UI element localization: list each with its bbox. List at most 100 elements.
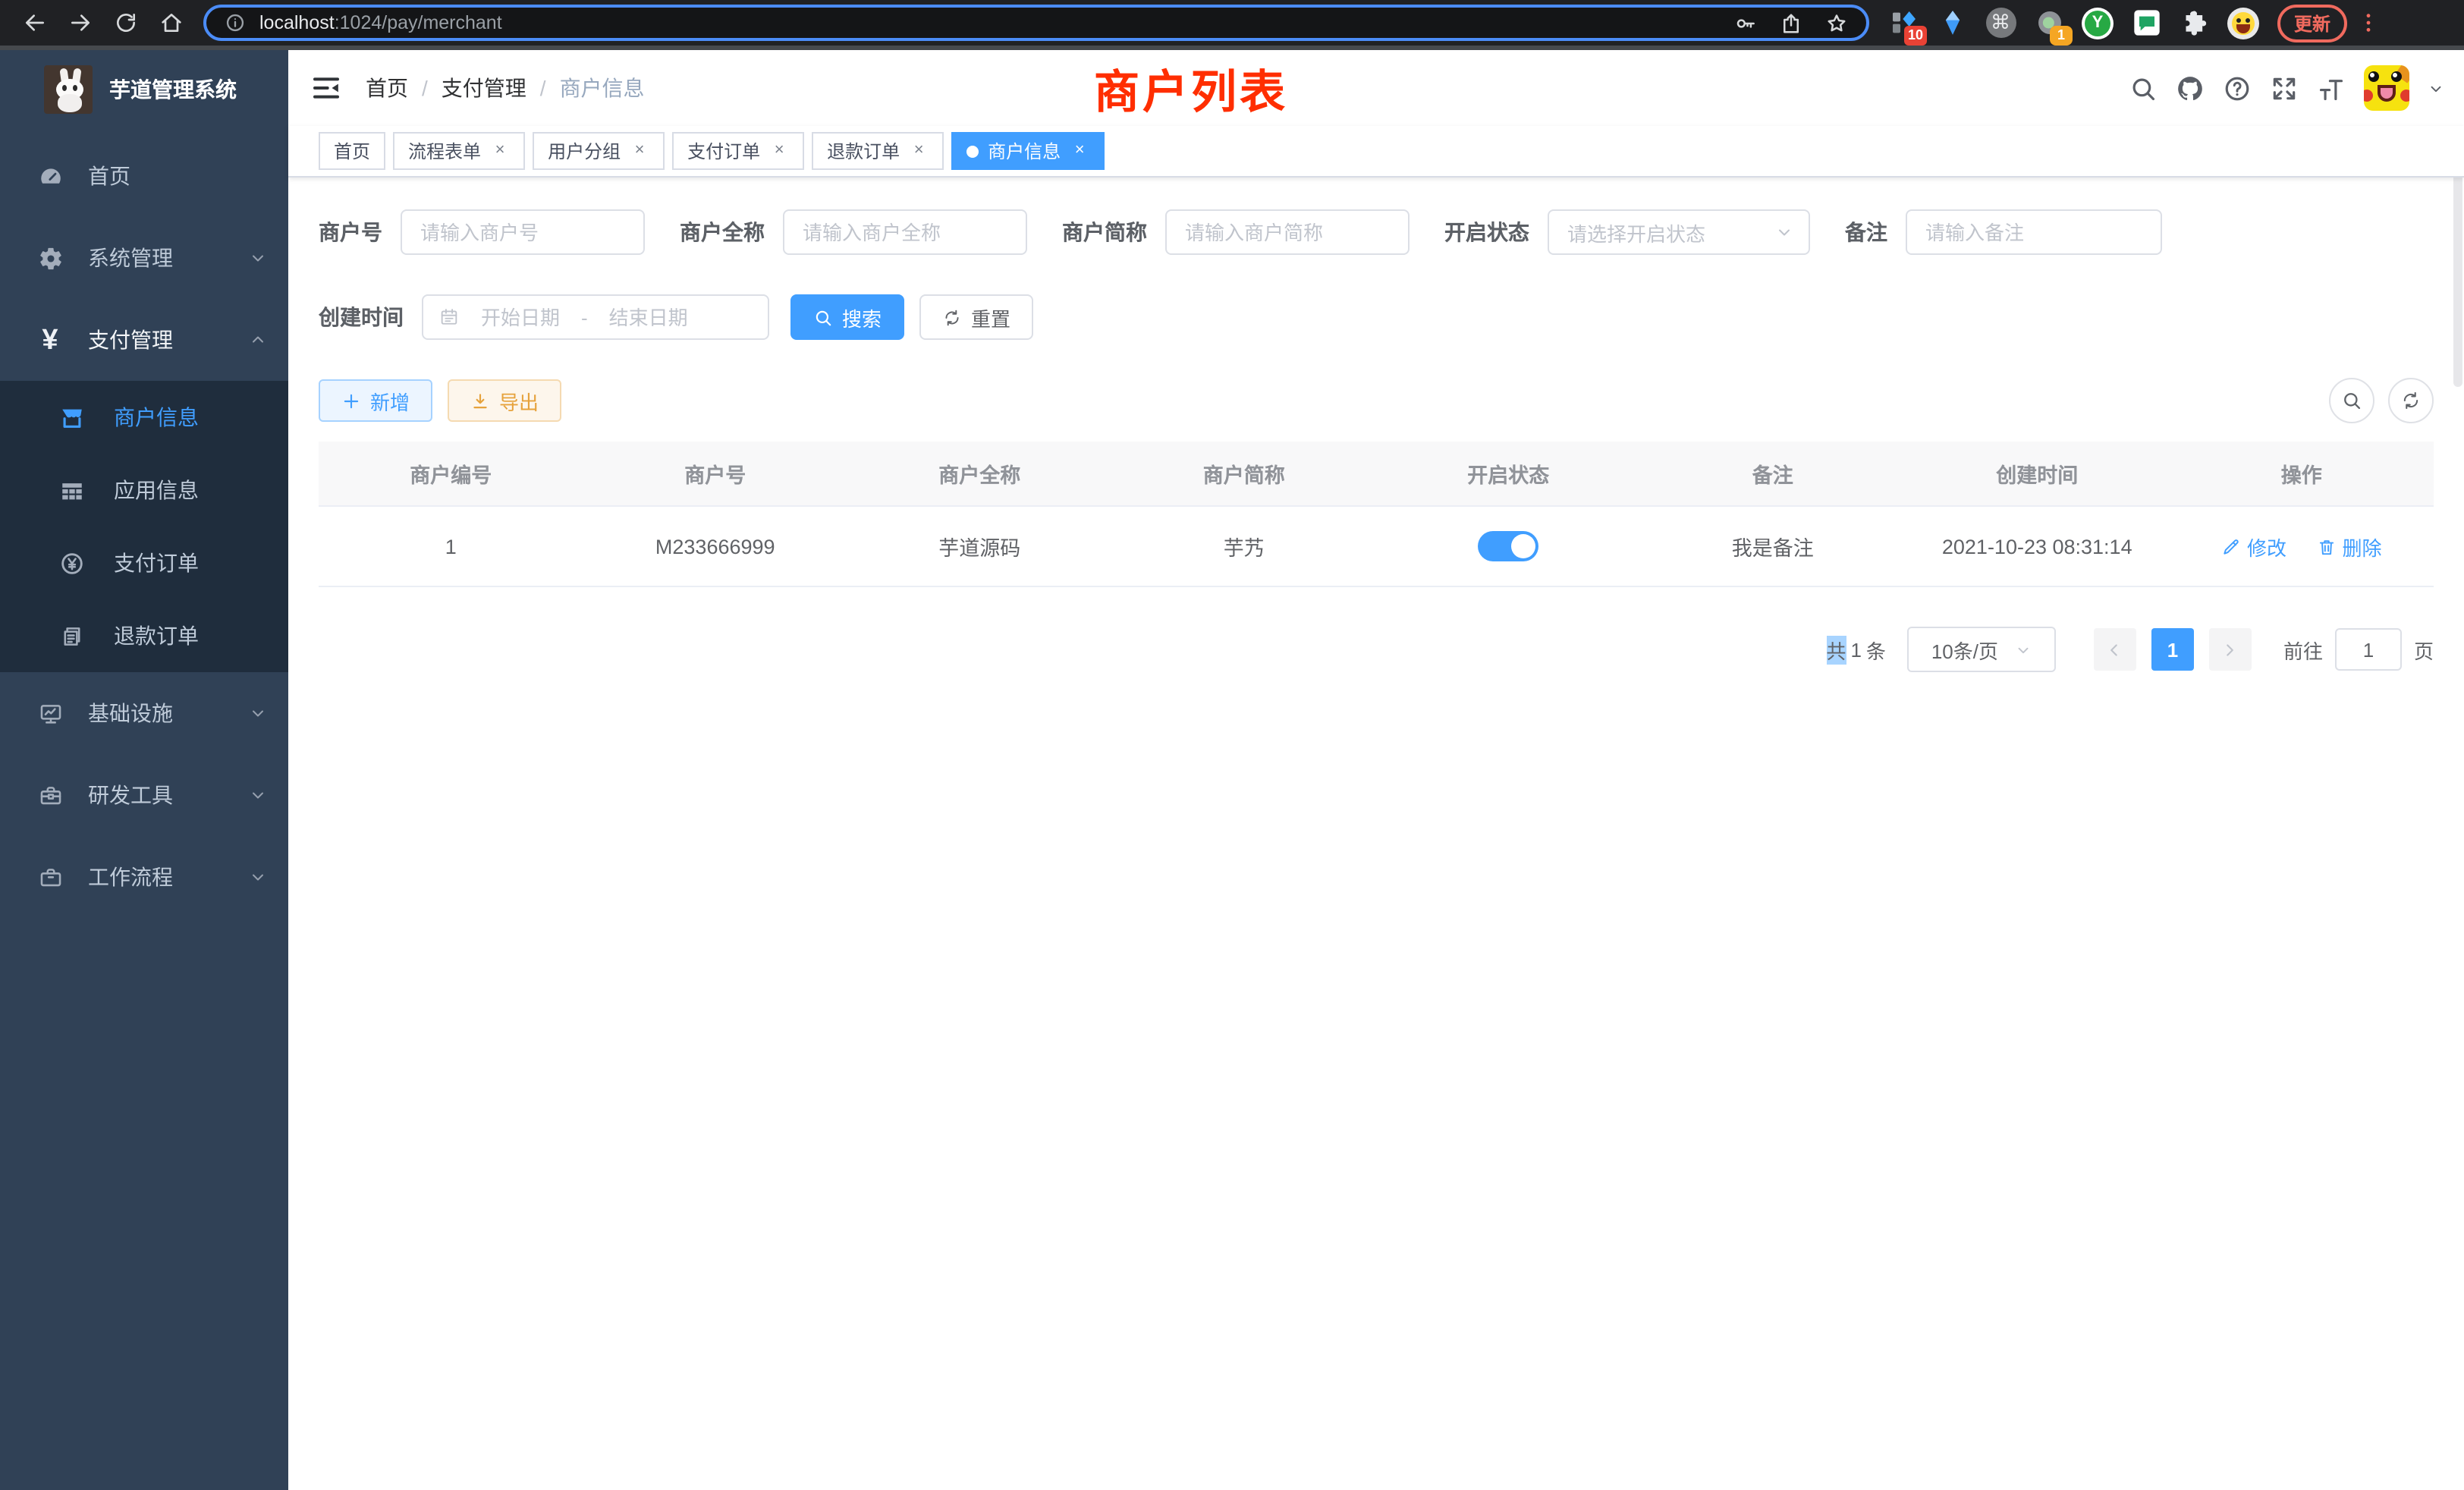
close-icon[interactable]: × <box>909 141 929 161</box>
next-page-button[interactable] <box>2209 628 2252 671</box>
refresh-table-button[interactable] <box>2388 378 2434 423</box>
filter-row-2: 创建时间 - 搜索 重置 <box>319 294 2434 340</box>
prev-page-button[interactable] <box>2094 628 2136 671</box>
show-search-toggle-button[interactable] <box>2329 378 2374 423</box>
extension-chat-icon[interactable] <box>2130 7 2162 39</box>
gear-icon <box>33 245 67 271</box>
dashboard-gauge-icon <box>33 163 67 189</box>
col-remark: 备注 <box>1641 442 1906 506</box>
sidebar-item-app-info[interactable]: 应用信息 <box>0 454 288 527</box>
browser-update-button[interactable]: 更新 <box>2277 4 2347 42</box>
total-count-text: 共 1 条 <box>1826 635 1886 664</box>
cell-create-time: 2021-10-23 08:31:14 <box>1905 506 2170 586</box>
short-name-input[interactable] <box>1165 209 1410 255</box>
sidebar-item-home[interactable]: 首页 <box>0 135 288 217</box>
sidebar-item-dev-tools[interactable]: 研发工具 <box>0 754 288 836</box>
close-icon[interactable]: × <box>769 141 789 161</box>
status-toggle[interactable] <box>1478 531 1538 561</box>
extension-y-icon[interactable]: Y <box>2082 7 2114 39</box>
tab-refund-order[interactable]: 退款订单 × <box>812 132 944 170</box>
sidebar-item-refund-order[interactable]: 退款订单 <box>0 599 288 672</box>
end-date-input[interactable] <box>597 306 700 328</box>
extensions-puzzle-icon[interactable] <box>2179 7 2211 39</box>
sidebar-item-label: 基础设施 <box>88 698 173 728</box>
chevron-down-icon <box>249 704 267 722</box>
remark-input[interactable] <box>1906 209 2162 255</box>
sidebar-collapse-icon[interactable] <box>311 73 341 103</box>
tab-label: 用户分组 <box>548 138 621 164</box>
sidebar-item-label: 应用信息 <box>114 475 199 505</box>
tab-process-form[interactable]: 流程表单× <box>393 132 525 170</box>
search-button[interactable]: 搜索 <box>790 294 904 340</box>
browser-menu-icon[interactable] <box>2356 11 2381 35</box>
create-time-range-picker[interactable]: - <box>422 294 769 340</box>
sidebar-item-merchant-info[interactable]: 商户信息 <box>0 381 288 454</box>
filter-row-1: 商户号 商户全称 商户简称 开启状态 请选择开启状态 <box>319 209 2434 255</box>
tab-pay-order[interactable]: 支付订单 × <box>672 132 804 170</box>
full-name-input[interactable] <box>783 209 1027 255</box>
breadcrumb-payment[interactable]: 支付管理 <box>442 73 526 103</box>
address-bar[interactable]: localhost:1024/pay/merchant <box>203 5 1869 41</box>
merchant-no-input[interactable] <box>401 209 645 255</box>
avatar-caret-down-icon[interactable] <box>2428 80 2444 96</box>
extension-blocks-icon[interactable]: 10 <box>1887 7 1919 39</box>
col-merchant-no: 商户号 <box>583 442 848 506</box>
tab-user-group[interactable]: 用户分组 × <box>533 132 665 170</box>
sidebar-item-pay-order[interactable]: 支付订单 <box>0 527 288 599</box>
status-select[interactable]: 请选择开启状态 <box>1548 209 1810 255</box>
font-size-icon[interactable] <box>2317 74 2346 102</box>
reset-button[interactable]: 重置 <box>919 294 1033 340</box>
arrow-left-icon <box>2105 640 2125 659</box>
delete-link[interactable]: 删除 <box>2317 532 2382 561</box>
extension-gem-icon[interactable] <box>1936 7 1968 39</box>
sidebar-item-workflow[interactable]: 工作流程 <box>0 836 288 918</box>
document-icon <box>55 623 88 649</box>
profile-emoji-avatar[interactable] <box>2227 7 2259 39</box>
browser-reload-button[interactable] <box>103 3 149 42</box>
github-icon[interactable] <box>2176 74 2205 102</box>
sidebar-item-payment[interactable]: ¥ 支付管理 <box>0 299 288 381</box>
password-key-icon[interactable] <box>1734 11 1757 34</box>
close-icon[interactable]: × <box>1070 141 1089 161</box>
sidebar: 芋道管理系统 首页 系统管理 ¥ 支付管理 <box>0 50 288 1490</box>
add-button[interactable]: 新增 <box>319 379 432 422</box>
sidebar-item-label: 支付订单 <box>114 548 199 578</box>
start-date-input[interactable] <box>469 306 572 328</box>
extension-command-icon[interactable]: ⌘ <box>1985 7 2016 39</box>
browser-forward-button[interactable] <box>58 3 103 42</box>
page-1-button[interactable]: 1 <box>2151 628 2194 671</box>
breadcrumb-home[interactable]: 首页 <box>366 73 408 103</box>
browser-back-button[interactable] <box>12 3 58 42</box>
user-avatar[interactable] <box>2364 65 2409 111</box>
share-icon[interactable] <box>1780 11 1802 34</box>
tab-merchant-info-active[interactable]: 商户信息× <box>951 132 1105 170</box>
page-size-select[interactable]: 10条/页 <box>1907 627 2056 672</box>
goto-page-input[interactable] <box>2335 628 2402 671</box>
edit-link[interactable]: 修改 <box>2221 532 2286 561</box>
site-info-icon[interactable] <box>225 12 246 33</box>
export-button[interactable]: 导出 <box>448 379 561 422</box>
table-row: 1 M233666999 芋道源码 芋艿 我是备注 2021-10-23 08:… <box>319 506 2434 586</box>
sidebar-item-label: 退款订单 <box>114 621 199 651</box>
tab-label: 支付订单 <box>687 138 760 164</box>
sidebar-item-label: 首页 <box>88 161 130 191</box>
payment-submenu: 商户信息 应用信息 支付订单 退款订单 <box>0 381 288 672</box>
sidebar-item-infrastructure[interactable]: 基础设施 <box>0 672 288 754</box>
close-icon[interactable]: × <box>490 141 510 161</box>
arrow-right-icon <box>2220 640 2240 659</box>
fullscreen-icon[interactable] <box>2270 74 2299 102</box>
briefcase-icon <box>33 864 67 890</box>
extension-camera-icon[interactable]: 1 <box>2033 7 2065 39</box>
browser-home-button[interactable] <box>149 3 194 42</box>
col-full-name: 商户全称 <box>847 442 1112 506</box>
tab-home[interactable]: 首页 <box>319 132 385 170</box>
sidebar-item-label: 支付管理 <box>88 325 173 355</box>
help-icon[interactable] <box>2223 74 2252 102</box>
tab-label: 退款订单 <box>827 138 900 164</box>
search-icon[interactable] <box>2129 74 2158 102</box>
sidebar-item-system[interactable]: 系统管理 <box>0 217 288 299</box>
bookmark-star-icon[interactable] <box>1825 11 1848 34</box>
page-title-annotation: 商户列表 <box>1094 55 1288 121</box>
col-short-name: 商户简称 <box>1112 442 1377 506</box>
close-icon[interactable]: × <box>630 141 649 161</box>
